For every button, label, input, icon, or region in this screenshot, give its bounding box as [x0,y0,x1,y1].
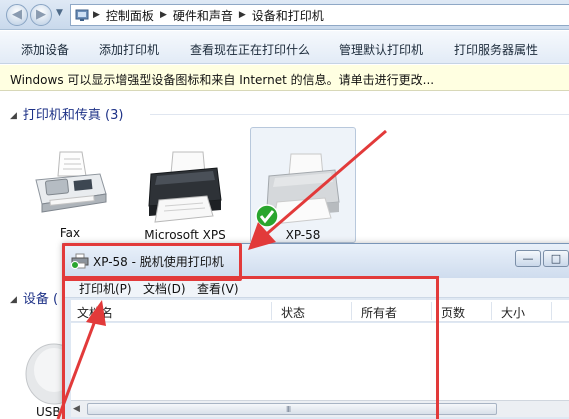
annotation-arrow-line [261,129,387,240]
annotation-arrowhead-icon [248,222,276,250]
annotation-arrow-line [56,317,98,419]
annotation-arrows [56,129,387,419]
annotation-arrowhead-icon [86,300,106,326]
